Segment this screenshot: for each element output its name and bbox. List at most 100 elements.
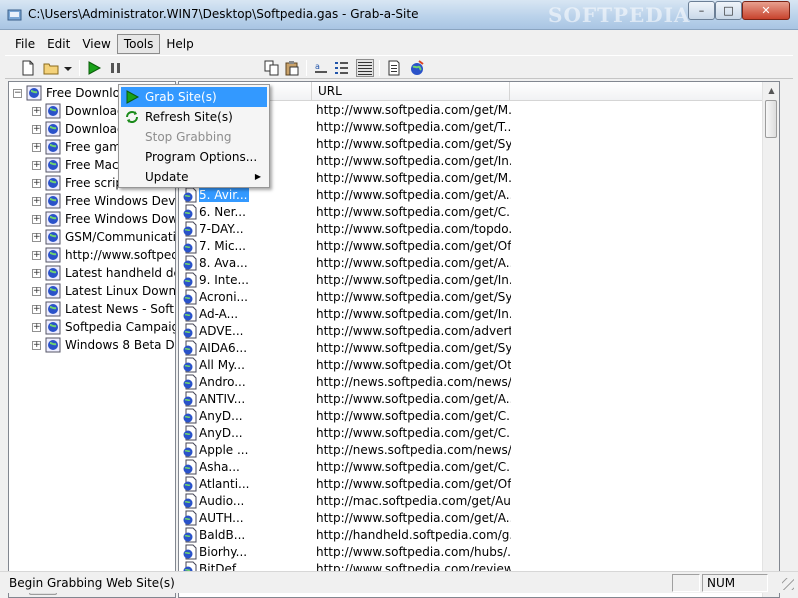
expand-icon[interactable]: + <box>32 142 41 152</box>
tree-item[interactable]: + Free Windows Downloads <box>32 210 175 228</box>
properties-icon[interactable] <box>385 59 403 77</box>
pause-icon[interactable] <box>107 59 125 77</box>
expand-icon[interactable]: + <box>32 304 41 314</box>
page-title-cell: ANTIV... <box>199 392 246 406</box>
menu-item-update[interactable]: Update ▶ <box>121 167 267 187</box>
expand-icon[interactable]: + <box>32 214 41 224</box>
list-item[interactable]: 9. Inte... http://www.softpedia.com/get/I… <box>179 272 779 289</box>
resize-grip-icon[interactable] <box>782 578 794 590</box>
page-url-cell: http://www.softpedia.com/get/C... <box>316 205 511 219</box>
tree-item[interactable]: + Softpedia Campaign <box>32 318 175 336</box>
web-page-icon <box>183 255 197 271</box>
tree-item[interactable]: + Downloads <box>32 120 131 138</box>
list-item[interactable]: Andro... http://news.softpedia.com/news/.… <box>179 374 779 391</box>
web-page-icon <box>183 544 197 560</box>
list-item[interactable]: Acroni... http://www.softpedia.com/get/Sy… <box>179 289 779 306</box>
column-header-url[interactable]: URL <box>312 82 510 101</box>
page-url-cell: http://www.softpedia.com/get/Of... <box>316 239 511 253</box>
refresh-icon <box>126 111 138 123</box>
web-page-icon <box>183 408 197 424</box>
page-url-cell: http://www.softpedia.com/get/Sy... <box>316 137 511 151</box>
page-title-cell: Atlanti... <box>199 477 250 491</box>
tree-item[interactable]: + Latest handheld devices <box>32 264 175 282</box>
expand-icon[interactable]: + <box>32 160 41 170</box>
list-item[interactable]: Asha... http://www.softpedia.com/get/C... <box>179 459 779 476</box>
help-globe-icon[interactable] <box>408 59 426 77</box>
list-item[interactable]: 6. Ner... http://www.softpedia.com/get/C.… <box>179 204 779 221</box>
menu-tools[interactable]: Tools <box>116 34 161 54</box>
new-doc-icon[interactable] <box>19 59 37 77</box>
list-item[interactable]: ADVE... http://www.softpedia.com/advert..… <box>179 323 779 340</box>
list-item[interactable]: Atlanti... http://www.softpedia.com/get/O… <box>179 476 779 493</box>
menu-item-program-options[interactable]: Program Options... <box>121 147 267 167</box>
expand-icon[interactable]: + <box>32 286 41 296</box>
expand-icon[interactable]: + <box>32 178 41 188</box>
menu-help[interactable]: Help <box>160 35 199 53</box>
tree-item[interactable]: + Latest Linux Downloads <box>32 282 175 300</box>
chevron-down-icon[interactable] <box>62 59 74 77</box>
small-icons-view-icon[interactable]: a <box>312 59 330 77</box>
copy-icon[interactable] <box>263 59 281 77</box>
expand-icon[interactable]: + <box>32 268 41 278</box>
list-item[interactable]: AUTH... http://www.softpedia.com/get/A... <box>179 510 779 527</box>
expand-icon[interactable]: + <box>32 340 41 350</box>
list-view-icon[interactable] <box>333 59 351 77</box>
tree-item[interactable]: + Downloads <box>32 102 131 120</box>
submenu-arrow-icon: ▶ <box>254 172 261 181</box>
page-title-cell: Asha... <box>199 460 240 474</box>
list-item[interactable]: AnyD... http://www.softpedia.com/get/C... <box>179 408 779 425</box>
expand-icon[interactable]: + <box>32 106 41 116</box>
tree-item[interactable]: + GSM/Communications <box>32 228 175 246</box>
tree-item[interactable]: + Free Windows Device <box>32 192 175 210</box>
expand-icon[interactable]: + <box>32 196 41 206</box>
menu-item-refresh-sites[interactable]: Refresh Site(s) <box>121 107 267 127</box>
scroll-up-icon[interactable]: ▲ <box>763 82 779 99</box>
close-button[interactable]: ✕ <box>742 1 790 20</box>
collapse-icon[interactable]: − <box>13 88 22 98</box>
list-item[interactable]: Apple ... http://news.softpedia.com/news/… <box>179 442 779 459</box>
menu-file[interactable]: File <box>9 35 41 53</box>
menu-item-grab-sites[interactable]: Grab Site(s) <box>121 87 267 107</box>
minimize-button[interactable]: – <box>688 1 715 20</box>
open-folder-icon[interactable] <box>42 59 60 77</box>
expand-icon[interactable]: + <box>32 232 41 242</box>
expand-icon[interactable]: + <box>32 322 41 332</box>
tools-menu: Grab Site(s) Refresh Site(s) Stop Grabbi… <box>118 84 270 188</box>
list-item[interactable]: AIDA6... http://www.softpedia.com/get/Sy.… <box>179 340 779 357</box>
list-item[interactable]: Biorhy... http://www.softpedia.com/hubs/.… <box>179 544 779 561</box>
list-item[interactable]: 5. Avir... http://www.softpedia.com/get/A… <box>179 187 779 204</box>
list-item[interactable]: AnyD... http://www.softpedia.com/get/C... <box>179 425 779 442</box>
grab-play-icon[interactable] <box>85 59 103 77</box>
page-url-cell: http://www.softpedia.com/get/C... <box>316 409 511 423</box>
paste-icon[interactable] <box>283 59 301 77</box>
list-item[interactable]: 7. Mic... http://www.softpedia.com/get/Of… <box>179 238 779 255</box>
tree-label: Latest handheld devices <box>65 266 175 280</box>
list-item[interactable]: BaldB... http://handheld.softpedia.com/g.… <box>179 527 779 544</box>
status-bar: Begin Grabbing Web Site(s) NUM <box>0 571 798 593</box>
list-item[interactable]: 7-DAY... http://www.softpedia.com/topdo..… <box>179 221 779 238</box>
list-item[interactable]: ANTIV... http://www.softpedia.com/get/A..… <box>179 391 779 408</box>
scroll-thumb[interactable] <box>765 100 777 138</box>
list-item[interactable]: Ad-A... http://www.softpedia.com/get/In..… <box>179 306 779 323</box>
list-vertical-scrollbar[interactable]: ▲ ▼ <box>762 82 779 597</box>
tree-item[interactable]: + Latest News - Softpedia <box>32 300 175 318</box>
list-item[interactable]: Audio... http://mac.softpedia.com/get/Au.… <box>179 493 779 510</box>
menu-item-stop-grabbing[interactable]: Stop Grabbing <box>121 127 267 147</box>
list-item[interactable]: 8. Ava... http://www.softpedia.com/get/A.… <box>179 255 779 272</box>
page-url-cell: http://mac.softpedia.com/get/Au... <box>316 494 511 508</box>
tree-item[interactable]: + Windows 8 Beta Dev <box>32 336 175 354</box>
web-page-icon <box>183 510 197 526</box>
expand-icon[interactable]: + <box>32 124 41 134</box>
page-title-cell: 5. Avir... <box>197 187 251 203</box>
expand-icon[interactable]: + <box>32 250 41 260</box>
menu-edit[interactable]: Edit <box>41 35 76 53</box>
list-item[interactable]: All My... http://www.softpedia.com/get/Ot… <box>179 357 779 374</box>
window-title: C:\Users\Administrator.WIN7\Desktop\Soft… <box>28 7 419 21</box>
details-view-icon[interactable] <box>356 59 374 77</box>
toolbar-separator <box>306 60 307 76</box>
title-bar: C:\Users\Administrator.WIN7\Desktop\Soft… <box>0 0 798 30</box>
menu-view[interactable]: View <box>76 35 116 53</box>
maximize-button[interactable]: □ <box>715 1 742 20</box>
page-title-cell: 8. Ava... <box>199 256 248 270</box>
tree-item[interactable]: + http://www.softpedia <box>32 246 175 264</box>
